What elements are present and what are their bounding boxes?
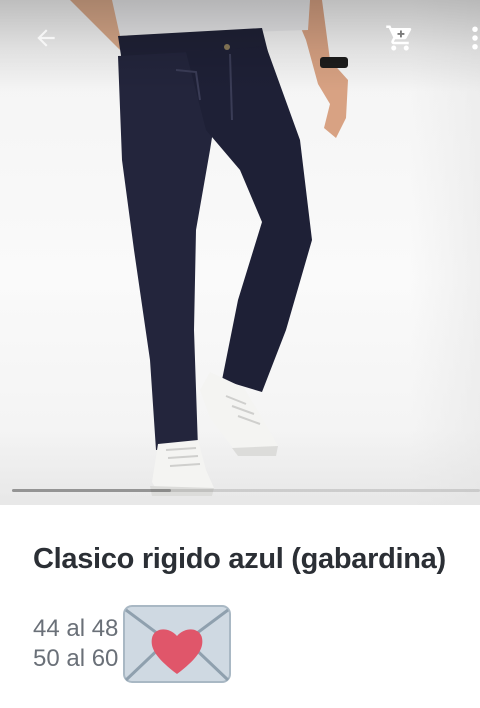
gallery-scroll-thumb[interactable] — [12, 489, 172, 492]
back-button[interactable] — [24, 16, 68, 60]
size-range-list: 44 al 48 50 al 60 — [33, 614, 118, 674]
size-range-2: 50 al 60 — [33, 645, 119, 672]
more-vert-icon — [472, 26, 478, 50]
cart-button[interactable] — [378, 16, 422, 60]
shopping-cart-icon — [386, 25, 412, 51]
gallery-scroll-track[interactable] — [12, 489, 480, 492]
more-options-button[interactable] — [460, 16, 480, 60]
size-range-1: 44 al 48 — [33, 615, 119, 642]
product-image-gallery[interactable] — [0, 0, 480, 505]
back-arrow-icon — [37, 29, 55, 47]
product-title: Clasico rigido azul (gabardina) — [33, 543, 446, 575]
envelope-heart-icon — [123, 605, 231, 683]
